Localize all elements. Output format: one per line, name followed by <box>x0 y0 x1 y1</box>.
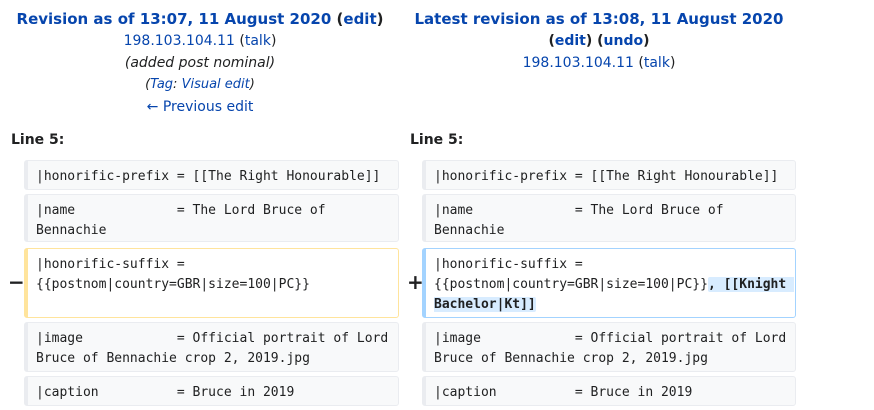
tag-link[interactable]: Tag <box>150 77 173 92</box>
right-revision-header: Latest revision as of 13:08, 11 August 2… <box>414 10 784 71</box>
left-revision-header: Revision as of 13:07, 11 August 2020 (ed… <box>0 8 400 118</box>
diff-minus-marker: − <box>8 270 25 294</box>
diff-context-right: |name = The Lord Bruce of Bennachie <box>422 194 796 242</box>
right-line-number: Line 5: <box>410 132 464 148</box>
diff-context-right: |caption = Bruce in 2019 <box>422 376 796 406</box>
right-revision-title[interactable]: Latest revision as of 13:08, 11 August 2… <box>415 10 784 28</box>
undo-link[interactable]: undo <box>604 33 644 49</box>
previous-edit-link[interactable]: ← Previous edit <box>147 99 254 115</box>
diff-context-left: |name = The Lord Bruce of Bennachie <box>24 194 399 242</box>
right-talk-link[interactable]: talk <box>644 55 670 71</box>
tag-name-link[interactable]: Visual edit <box>182 77 250 92</box>
diff-context-left: |honorific-prefix = [[The Right Honourab… <box>24 160 399 190</box>
diff-deleted-line: |honorific-suffix = {{postnom|country=GB… <box>24 248 399 318</box>
left-edit-link[interactable]: edit <box>343 10 376 28</box>
left-user-link[interactable]: 198.103.104.11 <box>124 33 235 49</box>
left-talk-link[interactable]: talk <box>245 33 271 49</box>
diff-context-left: |caption = Bruce in 2019 <box>24 376 399 406</box>
diff-context-left: |image = Official portrait of Lord Bruce… <box>24 322 399 372</box>
tag-line: (Tag: Visual edit) <box>145 77 255 92</box>
diff-context-right: |honorific-prefix = [[The Right Honourab… <box>422 160 796 190</box>
diff-added-line: |honorific-suffix = {{postnom|country=GB… <box>422 248 796 318</box>
edit-summary: (added post nominal) <box>124 55 276 71</box>
right-user-link[interactable]: 198.103.104.11 <box>523 55 634 71</box>
right-edit-link[interactable]: edit <box>555 33 586 49</box>
left-revision-title[interactable]: Revision as of 13:07, 11 August 2020 <box>17 10 332 28</box>
diff-context-right: |image = Official portrait of Lord Bruce… <box>422 322 796 372</box>
left-line-number: Line 5: <box>11 132 65 148</box>
diff-unchanged-text: |honorific-suffix = {{postnom|country=GB… <box>434 257 708 292</box>
